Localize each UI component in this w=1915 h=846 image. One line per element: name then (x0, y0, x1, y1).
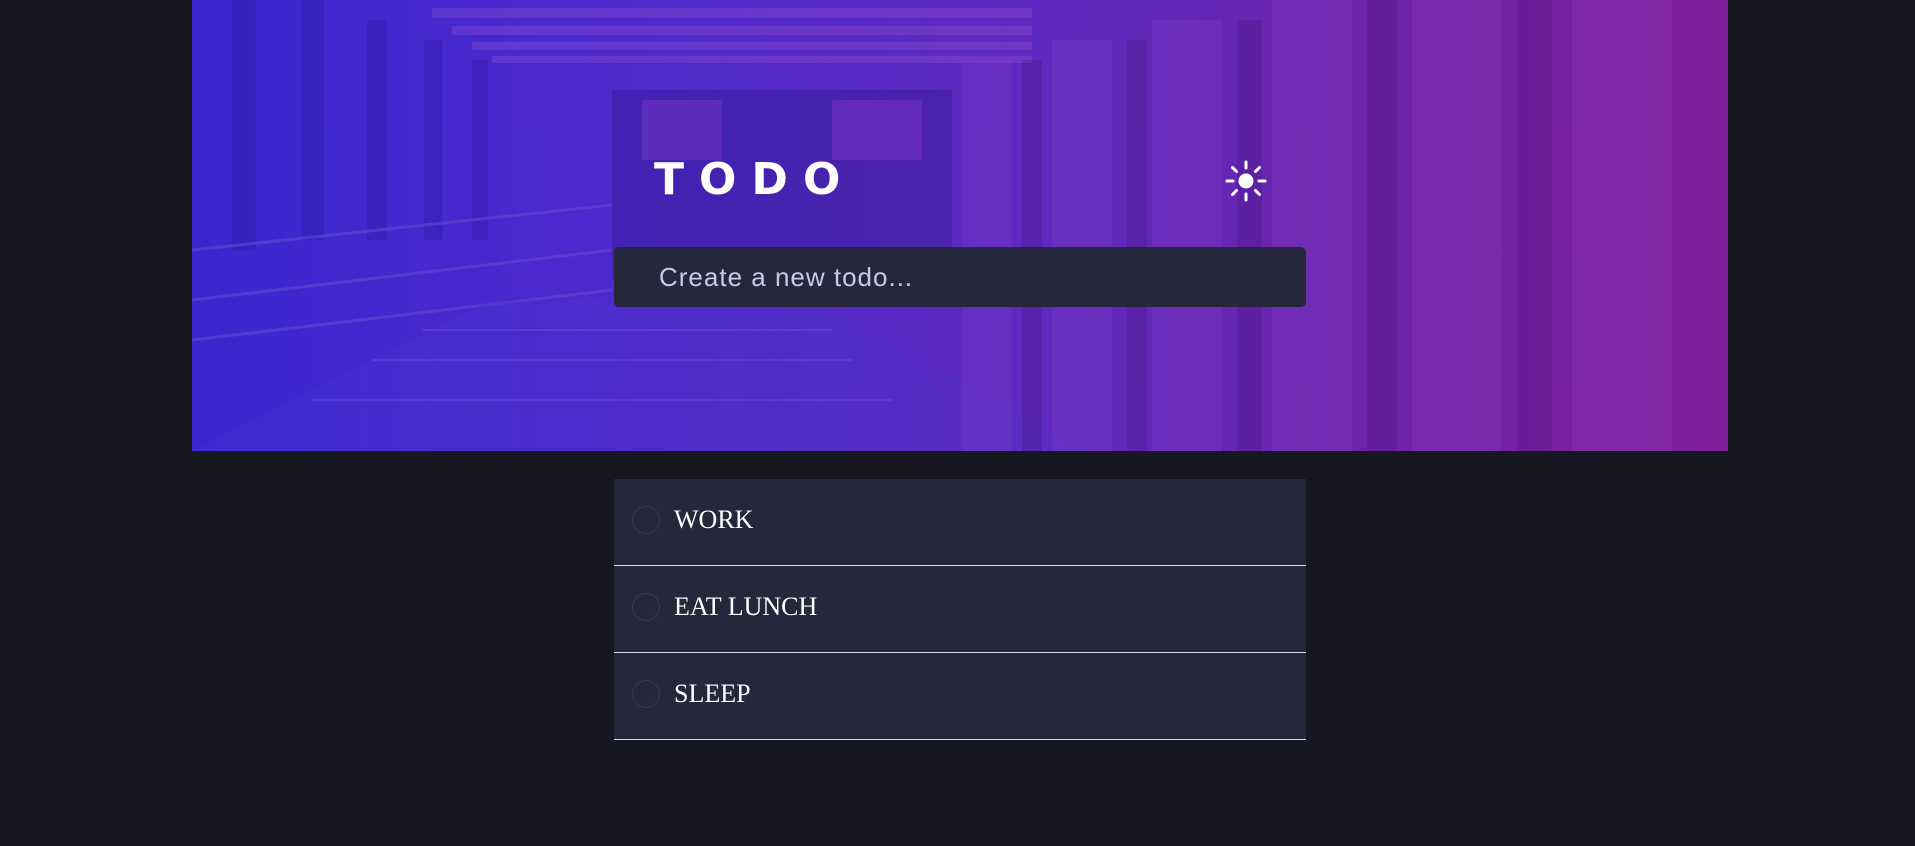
todo-text[interactable]: WORK (674, 504, 753, 536)
hero-background-image (192, 0, 1728, 451)
theme-toggle-button[interactable] (1224, 159, 1268, 203)
todo-checkbox[interactable] (632, 593, 660, 621)
todo-text[interactable]: EAT LUNCH (674, 591, 817, 623)
todo-item: EAT LUNCH (614, 566, 1306, 653)
app-title: TODO (654, 154, 856, 205)
hero-banner (192, 0, 1728, 451)
new-todo-box (614, 247, 1306, 307)
todo-checkbox[interactable] (632, 506, 660, 534)
page: TODO Create a new todo... WORK EAT LUNCH… (0, 0, 1915, 846)
todo-text[interactable]: SLEEP (674, 678, 751, 710)
header: TODO (654, 150, 1268, 210)
todo-item: WORK (614, 479, 1306, 566)
todo-list: WORK EAT LUNCH SLEEP (614, 479, 1306, 740)
todo-checkbox[interactable] (632, 680, 660, 708)
sun-icon (1224, 159, 1268, 203)
new-todo-input[interactable] (659, 247, 1279, 307)
todo-item: SLEEP (614, 653, 1306, 740)
